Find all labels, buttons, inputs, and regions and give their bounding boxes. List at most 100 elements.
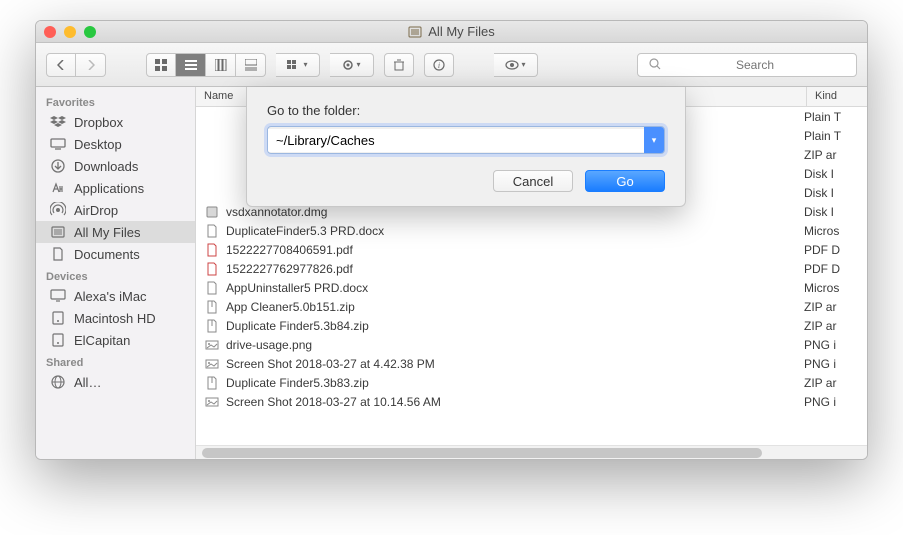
file-row[interactable]: Screen Shot 2018-03-27 at 10.14.56 AMPNG…: [196, 392, 867, 411]
share-group: ▾: [494, 53, 538, 77]
sidebar-item-all-my-files[interactable]: All My Files: [36, 221, 195, 243]
sidebar-item-airdrop[interactable]: AirDrop: [36, 199, 195, 221]
dialog-label: Go to the folder:: [267, 103, 665, 118]
file-kind: ZIP ar: [804, 148, 859, 162]
sidebar-item-label: Documents: [74, 247, 140, 262]
globe-icon: [50, 374, 66, 390]
file-name: DuplicateFinder5.3 PRD.docx: [226, 224, 804, 238]
file-icon: [204, 109, 220, 125]
sidebar: Favorites Dropbox Desktop Downloads Applicat…: [36, 87, 196, 459]
file-name: Screen Shot 2018-03-27 at 4.42.38 PM: [226, 357, 804, 371]
file-name: 1522227762977826.pdf: [226, 262, 804, 276]
horizontal-scrollbar[interactable]: [196, 445, 867, 459]
sidebar-item-label: Downloads: [74, 159, 138, 174]
sidebar-item-label: All…: [74, 375, 101, 390]
toolbar: ▾ ▾ i ▾: [36, 43, 867, 87]
sidebar-item-documents[interactable]: Documents: [36, 243, 195, 265]
finder-window: All My Files ▾ ▾ i ▾: [35, 20, 868, 460]
folder-path-field: ▾: [267, 126, 665, 154]
file-row[interactable]: 1522227708406591.pdfPDF D: [196, 240, 867, 259]
hdd-icon: [50, 332, 66, 348]
sidebar-item-label: Applications: [74, 181, 144, 196]
file-kind: Plain T: [804, 110, 859, 124]
file-kind: ZIP ar: [804, 376, 859, 390]
cancel-button[interactable]: Cancel: [493, 170, 573, 192]
back-button[interactable]: [46, 53, 76, 77]
pdf-icon: [204, 242, 220, 258]
sidebar-item-elcapitan[interactable]: ElCapitan: [36, 329, 195, 351]
coverflow-view-button[interactable]: [236, 53, 266, 77]
sidebar-section-header: Favorites: [36, 91, 195, 111]
sidebar-item-downloads[interactable]: Downloads: [36, 155, 195, 177]
file-kind: Disk I: [804, 186, 859, 200]
file-kind: Micros: [804, 281, 859, 295]
allfiles-icon: [408, 25, 422, 39]
file-name: Duplicate Finder5.3b83.zip: [226, 376, 804, 390]
titlebar: All My Files: [36, 21, 867, 43]
file-kind: PDF D: [804, 243, 859, 257]
file-kind: Micros: [804, 224, 859, 238]
sidebar-item-dropbox[interactable]: Dropbox: [36, 111, 195, 133]
icon-view-button[interactable]: [146, 53, 176, 77]
sidebar-item-all-[interactable]: All…: [36, 371, 195, 393]
sidebar-item-alexa-s-imac[interactable]: Alexa's iMac: [36, 285, 195, 307]
dmg-icon: [204, 204, 220, 220]
go-button[interactable]: Go: [585, 170, 665, 192]
file-kind: Plain T: [804, 129, 859, 143]
allfiles-icon: [50, 224, 66, 240]
sidebar-item-label: Desktop: [74, 137, 122, 152]
chevron-down-icon: ▾: [356, 60, 360, 69]
file-name: Duplicate Finder5.3b84.zip: [226, 319, 804, 333]
arrange-button[interactable]: ▾: [276, 53, 320, 77]
file-kind: Disk I: [804, 205, 859, 219]
file-row[interactable]: App Cleaner5.0b151.zipZIP ar: [196, 297, 867, 316]
file-row[interactable]: Duplicate Finder5.3b84.zipZIP ar: [196, 316, 867, 335]
file-row[interactable]: 1522227762977826.pdfPDF D: [196, 259, 867, 278]
file-kind: PNG i: [804, 357, 859, 371]
png-icon: [204, 394, 220, 410]
file-row[interactable]: DuplicateFinder5.3 PRD.docxMicros: [196, 221, 867, 240]
file-name: Screen Shot 2018-03-27 at 10.14.56 AM: [226, 395, 804, 409]
png-icon: [204, 337, 220, 353]
file-row[interactable]: drive-usage.pngPNG i: [196, 335, 867, 354]
chevron-down-icon: ▾: [303, 60, 307, 69]
folder-history-dropdown[interactable]: ▾: [644, 127, 664, 153]
scrollbar-thumb[interactable]: [202, 448, 762, 458]
sidebar-item-desktop[interactable]: Desktop: [36, 133, 195, 155]
sidebar-item-label: Dropbox: [74, 115, 123, 130]
file-kind: PNG i: [804, 395, 859, 409]
list-view-button[interactable]: [176, 53, 206, 77]
sidebar-section-header: Shared: [36, 351, 195, 371]
documents-icon: [50, 246, 66, 262]
window-title: All My Files: [36, 24, 867, 39]
pdf-icon: [204, 261, 220, 277]
sidebar-item-applications[interactable]: Applications: [36, 177, 195, 199]
file-name: 1522227708406591.pdf: [226, 243, 804, 257]
forward-button[interactable]: [76, 53, 106, 77]
png-icon: [204, 356, 220, 372]
airdrop-icon: [50, 202, 66, 218]
file-row[interactable]: Duplicate Finder5.3b83.zipZIP ar: [196, 373, 867, 392]
search-input[interactable]: [637, 53, 857, 77]
docx-icon: [204, 223, 220, 239]
trash-button[interactable]: [384, 53, 414, 77]
column-view-button[interactable]: [206, 53, 236, 77]
column-kind[interactable]: Kind: [807, 87, 867, 106]
sidebar-item-label: Macintosh HD: [74, 311, 156, 326]
folder-path-input[interactable]: [268, 129, 644, 152]
file-kind: ZIP ar: [804, 300, 859, 314]
action-button[interactable]: ▾: [330, 53, 374, 77]
svg-text:i: i: [438, 61, 440, 70]
zip-icon: [204, 299, 220, 315]
info-button[interactable]: i: [424, 53, 454, 77]
file-icon: [204, 185, 220, 201]
file-row[interactable]: AppUninstaller5 PRD.docxMicros: [196, 278, 867, 297]
quicklook-button[interactable]: ▾: [494, 53, 538, 77]
go-to-folder-dialog: Go to the folder: ▾ Cancel Go: [246, 87, 686, 207]
dialog-buttons: Cancel Go: [267, 170, 665, 192]
sidebar-section-header: Devices: [36, 265, 195, 285]
downloads-icon: [50, 158, 66, 174]
sidebar-item-macintosh-hd[interactable]: Macintosh HD: [36, 307, 195, 329]
search-icon: [649, 58, 661, 70]
file-row[interactable]: Screen Shot 2018-03-27 at 4.42.38 PMPNG …: [196, 354, 867, 373]
